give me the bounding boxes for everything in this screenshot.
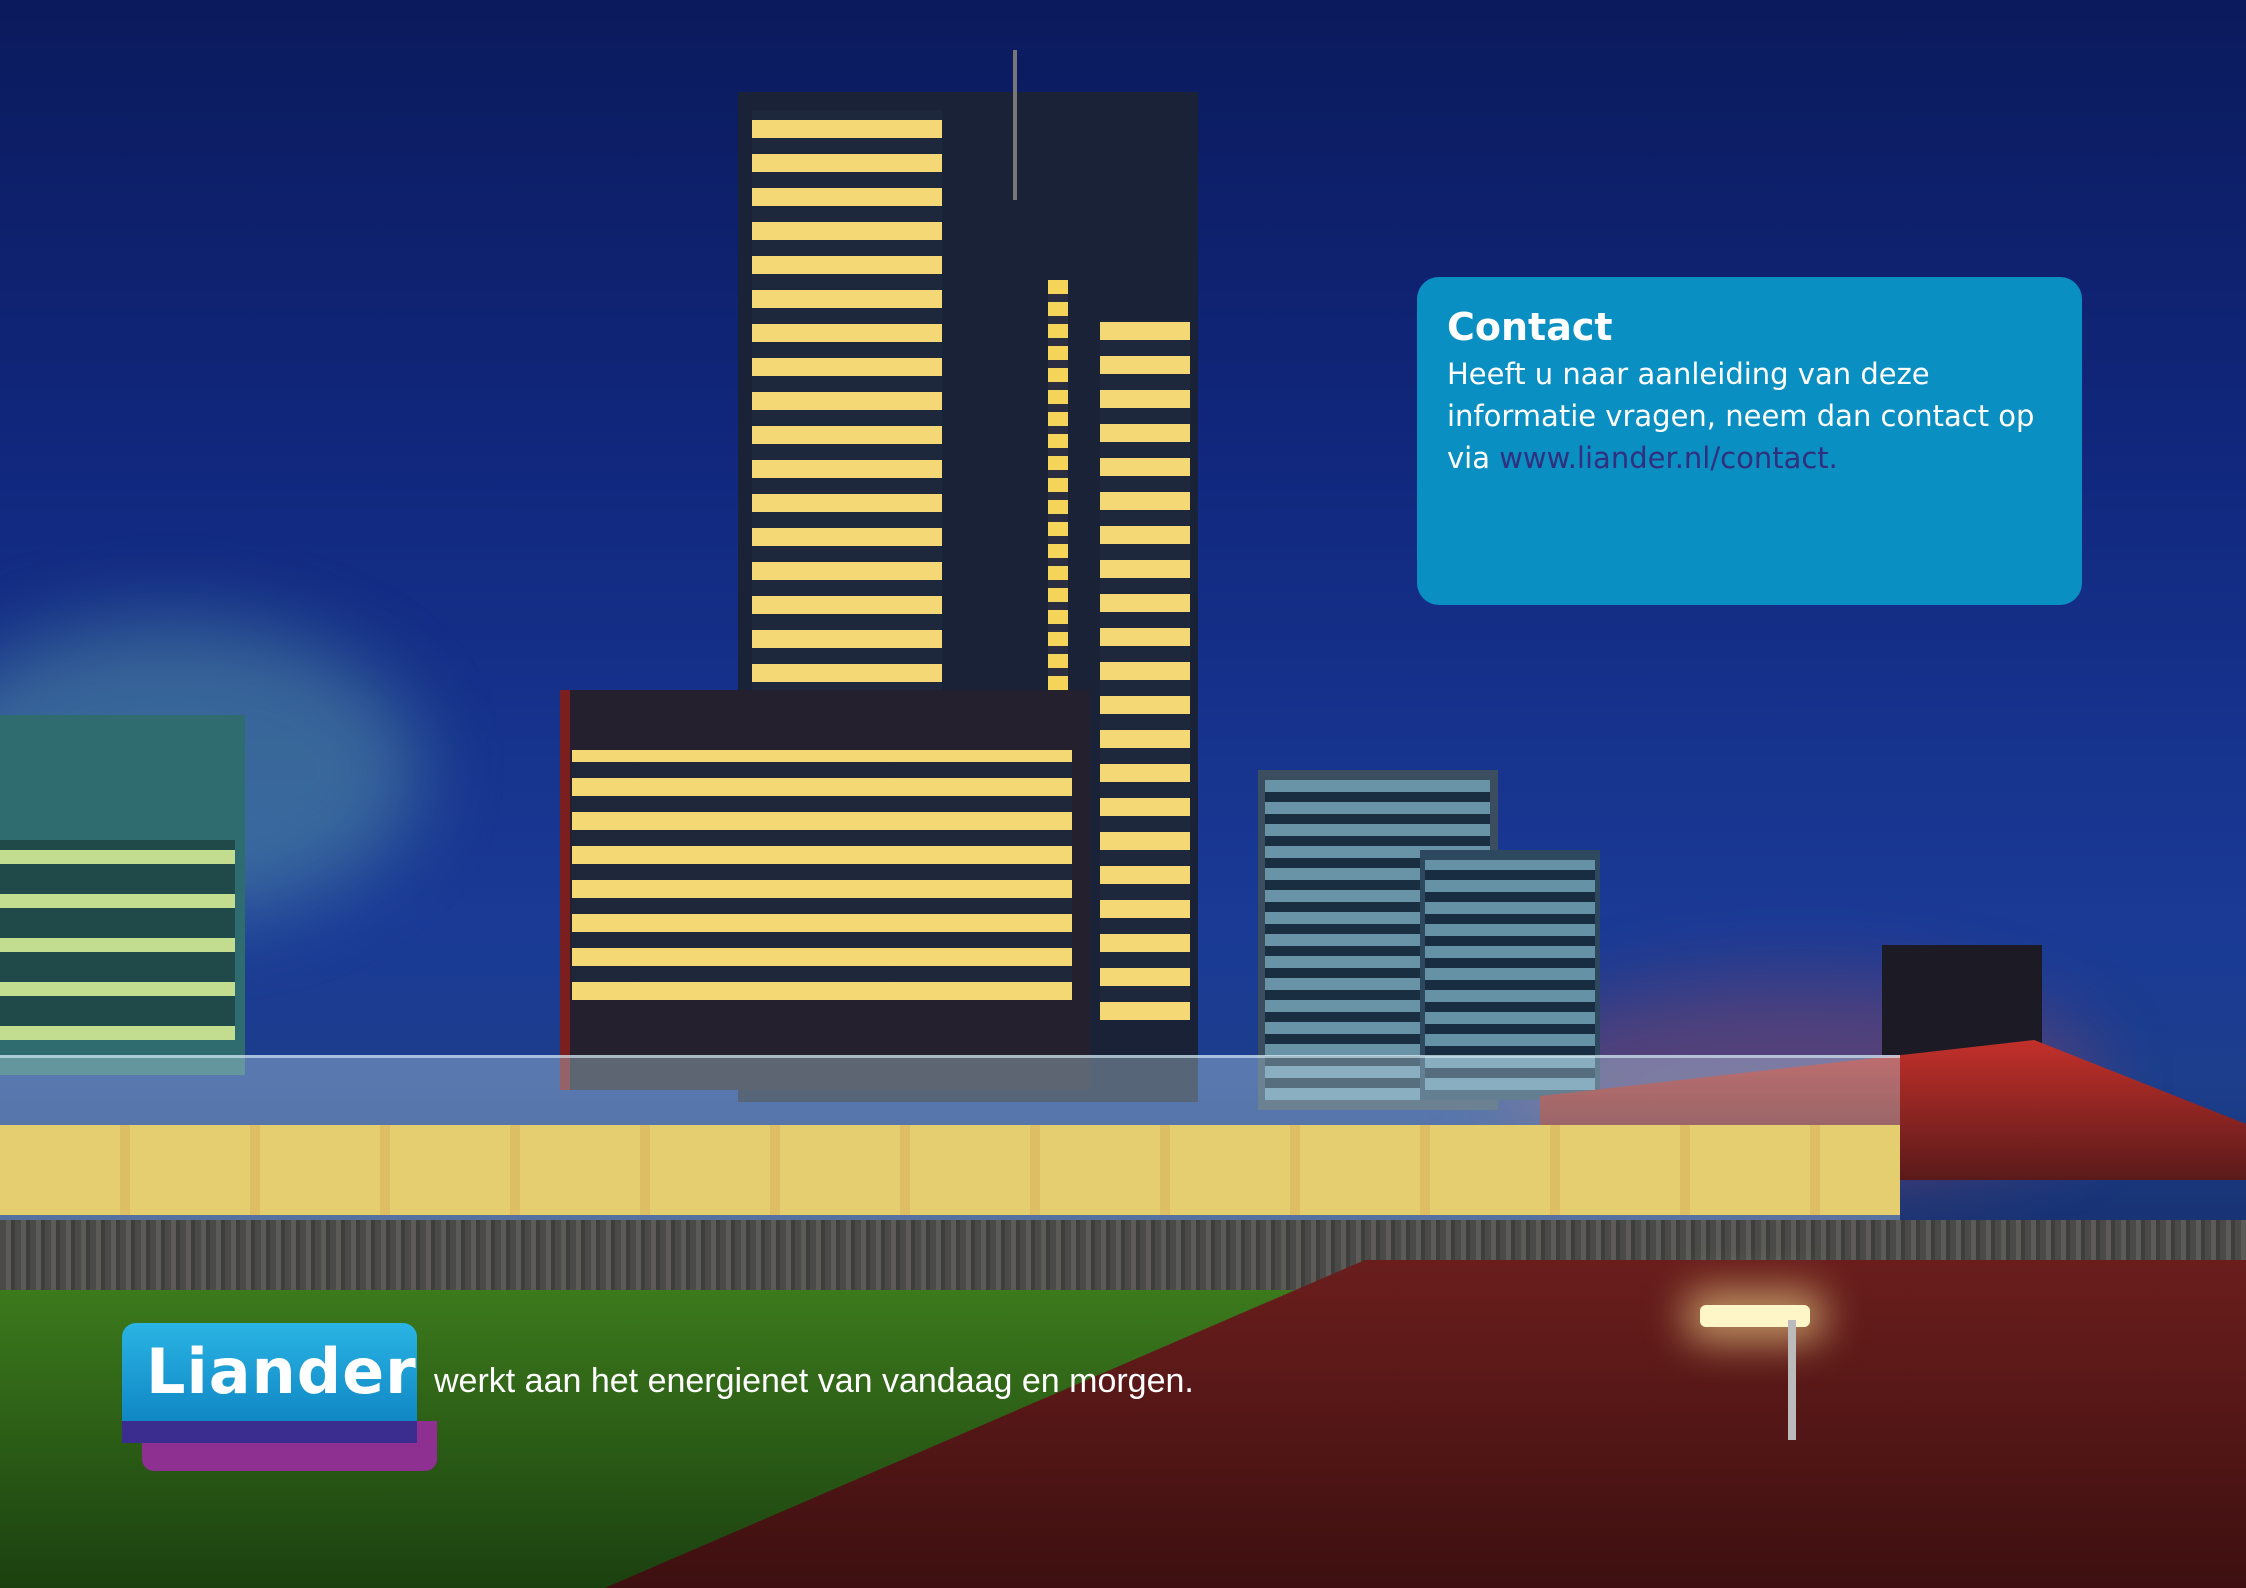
tagline: werkt aan het energienet van vandaag en … <box>434 1362 1194 1400</box>
contact-box: Contact Heeft u naar aanleiding van deze… <box>1417 277 2082 605</box>
contact-title: Contact <box>1447 305 1613 349</box>
logo-text: Liander <box>146 1335 417 1408</box>
contact-link[interactable]: www.liander.nl/contact. <box>1499 441 1838 475</box>
liander-logo: Liander <box>122 1323 437 1473</box>
contact-text: Heeft u naar aanleiding van deze informa… <box>1447 353 2052 479</box>
logo-dark-band <box>122 1421 417 1443</box>
